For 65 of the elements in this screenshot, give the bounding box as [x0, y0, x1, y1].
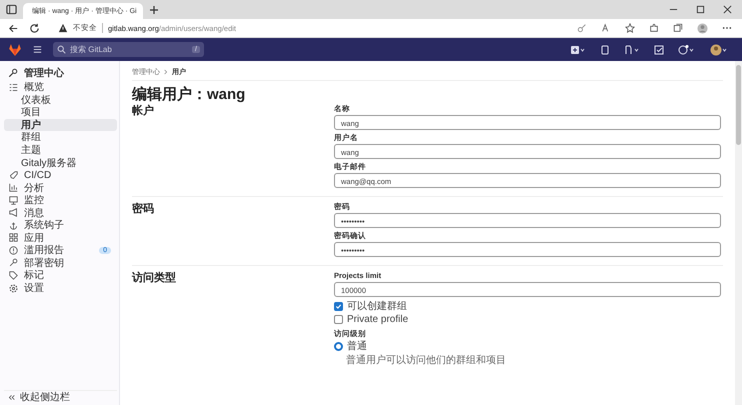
- list-icon: [9, 82, 18, 92]
- chevron-right-icon: [164, 69, 168, 75]
- merge-request-icon[interactable]: [624, 44, 640, 54]
- section-title: 密码: [132, 202, 155, 217]
- chart-icon: [9, 183, 18, 192]
- grid-icon: [9, 233, 18, 242]
- new-tab-icon[interactable]: [149, 4, 159, 14]
- sidebar-item[interactable]: 监控: [4, 194, 117, 206]
- anchor-icon: [9, 220, 18, 230]
- sidebar-item[interactable]: 概览: [4, 81, 117, 94]
- puzzle-icon[interactable]: [649, 23, 659, 33]
- document-icon[interactable]: [600, 44, 610, 54]
- radio-label: 普通: [347, 340, 367, 353]
- sidebar-item[interactable]: 用户: [4, 118, 117, 132]
- key-icon: [9, 258, 18, 268]
- sidebar-item[interactable]: CI/CD: [4, 168, 117, 182]
- megaphone-icon: [9, 208, 18, 218]
- sidebar-item[interactable]: 主题: [4, 144, 117, 156]
- sidebar-item[interactable]: 部署密钥: [4, 256, 117, 270]
- fox-logo-icon[interactable]: [8, 42, 22, 56]
- sidebar-header: 管理中心: [24, 66, 64, 80]
- sidebar-item[interactable]: 群组: [4, 131, 117, 144]
- monitor-icon: [9, 196, 18, 205]
- close-icon[interactable]: [723, 5, 732, 14]
- profile-avatar-icon[interactable]: [697, 22, 708, 34]
- sidebar-item[interactable]: 系统钩子: [4, 219, 117, 232]
- sidebar-item[interactable]: 仪表板: [4, 94, 117, 106]
- menu-icon[interactable]: [32, 44, 43, 55]
- sidebar-item[interactable]: 项目: [4, 106, 117, 119]
- alert-icon: [9, 246, 18, 255]
- warning-icon: [58, 23, 68, 33]
- plus-square-icon[interactable]: [570, 44, 586, 54]
- radio-button[interactable]: [334, 342, 343, 351]
- tag-icon: [9, 270, 18, 280]
- checkbox-label: Private profile: [347, 313, 408, 326]
- maximize-icon[interactable]: [696, 5, 705, 14]
- double-chevron-icon: [8, 394, 15, 400]
- user-avatar-icon[interactable]: [710, 44, 728, 56]
- key-icon[interactable]: [577, 23, 587, 33]
- sidebar-item[interactable]: 分析: [4, 181, 117, 194]
- help-icon[interactable]: [678, 44, 696, 54]
- star-icon[interactable]: [625, 23, 635, 33]
- checkbox[interactable]: [334, 315, 343, 324]
- section-title: 访问类型: [132, 271, 177, 286]
- back-arrow-icon[interactable]: [8, 22, 19, 34]
- section-title: 帐户: [132, 104, 155, 119]
- page-title: 编辑用户：wang: [132, 86, 246, 104]
- checkbox-label: 可以创建群组: [347, 300, 407, 313]
- sidebar-item[interactable]: 应用: [4, 232, 117, 244]
- read-aloud-icon[interactable]: [601, 23, 611, 33]
- gear-icon: [9, 284, 18, 293]
- reload-icon[interactable]: [29, 22, 40, 34]
- collections-icon[interactable]: [673, 23, 683, 33]
- checkbox[interactable]: [334, 302, 343, 311]
- sidebar-item[interactable]: 设置: [4, 282, 117, 294]
- sidebar-item[interactable]: 标记: [4, 269, 117, 282]
- scrollbar[interactable]: [735, 61, 742, 405]
- key-icon: [8, 68, 18, 78]
- tab-actions-icon[interactable]: [6, 4, 17, 15]
- search-icon: [57, 45, 66, 54]
- checklist-icon[interactable]: [654, 44, 664, 54]
- sidebar-item[interactable]: 消息: [4, 206, 117, 220]
- option-description: 普通用户可以访问他们的群组和项目: [345, 354, 507, 367]
- collapse-sidebar-link[interactable]: 收起侧边栏: [4, 390, 117, 403]
- sidebar-item[interactable]: Gitaly服务器: [4, 156, 117, 169]
